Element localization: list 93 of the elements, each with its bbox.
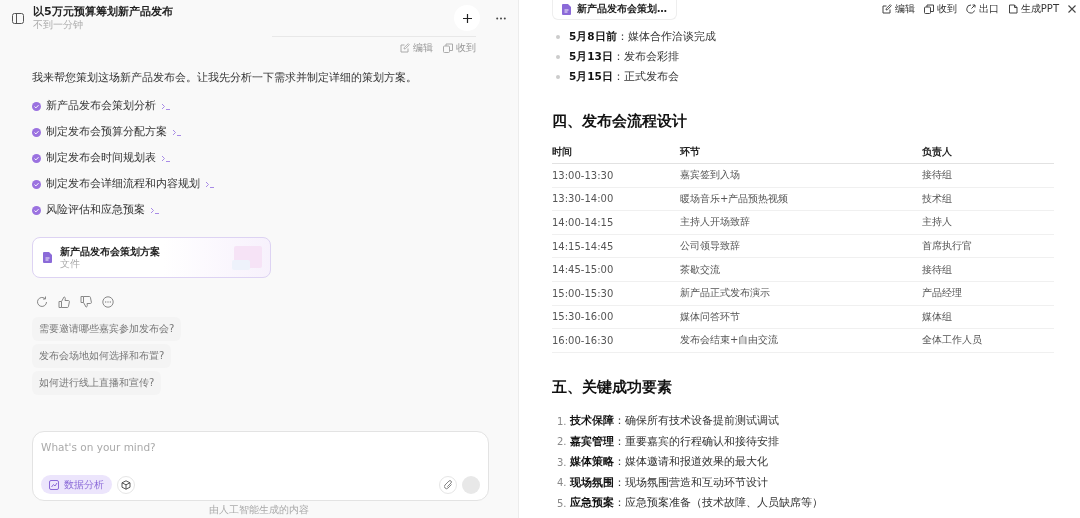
paperclip-icon — [443, 479, 453, 490]
copy-icon — [443, 43, 453, 53]
terminal-icon[interactable] — [161, 102, 170, 110]
table-cell: 首席执行官 — [922, 234, 1054, 258]
milestone-item: 5月13日：发布会彩排 — [569, 50, 679, 64]
table-cell: 发布会结束+自由交流 — [680, 328, 922, 353]
column-header: 时间 — [552, 141, 680, 164]
bullet-icon — [556, 35, 560, 39]
file-type: 文件 — [60, 257, 81, 270]
thumbs-up-icon[interactable] — [58, 296, 70, 308]
table-cell: 暖场音乐+产品预热视频 — [680, 187, 922, 211]
table-cell: 13:30-14:00 — [552, 187, 680, 211]
refresh-icon[interactable] — [36, 296, 48, 308]
more-icon[interactable] — [496, 16, 506, 20]
sidebar-icon[interactable] — [12, 12, 24, 24]
table-cell: 16:00-16:30 — [552, 328, 680, 353]
message-field[interactable]: What's on your mind? — [41, 440, 481, 454]
edit-button[interactable]: 编辑 — [881, 2, 915, 16]
chart-icon — [49, 479, 59, 490]
milestone-item: 5月8日前：媒体合作洽谈完成 — [569, 30, 716, 44]
data-analysis-toggle[interactable]: 数据分析 — [41, 475, 112, 494]
milestone-item: 5月15日：正式发布会 — [569, 70, 679, 84]
terminal-icon[interactable] — [150, 206, 159, 214]
table-cell: 全体工作人员 — [922, 328, 1054, 353]
list-number: 5. — [557, 497, 568, 509]
close-icon[interactable] — [1068, 5, 1076, 13]
table-cell: 主持人 — [922, 210, 1054, 235]
terminal-icon[interactable] — [205, 180, 214, 188]
section-heading: 四、发布会流程设计 — [552, 111, 688, 131]
table-cell: 嘉宾签到入场 — [680, 163, 922, 188]
list-number: 1. — [557, 415, 568, 427]
table-cell: 媒体问答环节 — [680, 305, 922, 329]
table-cell: 媒体组 — [922, 305, 1054, 329]
file-name: 新产品发布会策划方案 — [60, 245, 161, 258]
copy-icon — [923, 4, 934, 14]
table-cell: 14:45-15:00 — [552, 257, 680, 282]
plus-icon — [462, 13, 472, 23]
table-cell: 14:15-14:45 — [552, 234, 680, 258]
generate-ppt-button[interactable]: 生成PPT — [1007, 2, 1059, 16]
list-item: 媒体策略：媒体邀请和报道效果的最大化 — [570, 455, 768, 469]
section-heading: 五、关键成功要素 — [552, 376, 673, 397]
list-item: 应急预案：应急预案准备（技术故障、人员缺席等） — [570, 496, 823, 510]
cube-icon — [121, 479, 131, 490]
task-step: 新产品发布会策划分析 — [46, 99, 156, 113]
table-cell: 产品经理 — [922, 281, 1054, 306]
suggested-question[interactable]: 发布会场地如何选择和布置? — [32, 344, 172, 368]
document-icon — [43, 252, 52, 263]
task-step: 制定发布会预算分配方案 — [46, 125, 167, 139]
export-icon — [965, 4, 976, 14]
assistant-message: 我来帮您策划这场新产品发布会。让我先分析一下需求并制定详细的策划方案。 — [32, 71, 418, 85]
column-header: 环节 — [680, 141, 922, 164]
table-cell: 14:00-14:15 — [552, 210, 680, 235]
table-cell: 新产品正式发布演示 — [680, 281, 922, 306]
edit-icon — [881, 4, 892, 14]
table-cell: 接待组 — [922, 257, 1054, 282]
new-chat-button[interactable] — [454, 5, 480, 31]
slides-icon — [1007, 4, 1018, 14]
terminal-icon[interactable] — [172, 128, 181, 136]
cube-button[interactable] — [117, 475, 135, 494]
table-cell: 主持人开场致辞 — [680, 210, 922, 235]
terminal-icon[interactable] — [161, 154, 170, 162]
bullet-icon — [556, 55, 560, 59]
table-cell: 茶歇交流 — [680, 257, 922, 282]
bullet-icon — [556, 75, 560, 79]
list-item: 嘉宾管理：重要嘉宾的行程确认和接待安排 — [570, 434, 779, 449]
task-step: 制定发布会详细流程和内容规划 — [46, 177, 200, 191]
table-cell: 技术组 — [922, 187, 1054, 211]
edit-icon — [400, 43, 410, 53]
list-number: 2. — [557, 436, 568, 447]
list-number: 4. — [557, 477, 568, 488]
task-step: 风险评估和应急预案 — [46, 203, 145, 217]
attach-button[interactable] — [439, 475, 457, 494]
thumbs-down-icon[interactable] — [80, 296, 92, 308]
document-tab[interactable]: 新产品发布会策划… — [552, 0, 677, 20]
table-cell: 13:00-13:30 — [552, 163, 680, 188]
task-step: 制定发布会时间规划表 — [46, 151, 156, 165]
suggested-question[interactable]: 如何进行线上直播和宣传? — [32, 371, 162, 395]
collapse-button[interactable]: 收到 — [923, 2, 957, 16]
list-item: 现场氛围：现场氛围营造和互动环节设计 — [570, 475, 768, 490]
ai-disclaimer: 由人工智能生成的内容 — [208, 504, 310, 516]
table-cell: 15:30-16:00 — [552, 305, 680, 329]
column-header: 负责人 — [922, 141, 1054, 164]
table-cell: 接待组 — [922, 163, 1054, 188]
suggested-question[interactable]: 需要邀请哪些嘉宾参加发布会? — [32, 317, 182, 341]
table-cell: 15:00-15:30 — [552, 281, 680, 306]
chat-title: 以5万元预算筹划新产品发布 — [33, 5, 174, 18]
export-button[interactable]: 出口 — [965, 2, 999, 16]
list-number: 3. — [557, 456, 568, 468]
document-icon — [562, 3, 571, 15]
comment-icon[interactable] — [102, 296, 114, 308]
table-cell: 公司领导致辞 — [680, 234, 922, 258]
list-item: 技术保障：确保所有技术设备提前测试调试 — [570, 414, 779, 428]
file-card[interactable]: 新产品发布会策划方案 文件 — [32, 237, 271, 278]
